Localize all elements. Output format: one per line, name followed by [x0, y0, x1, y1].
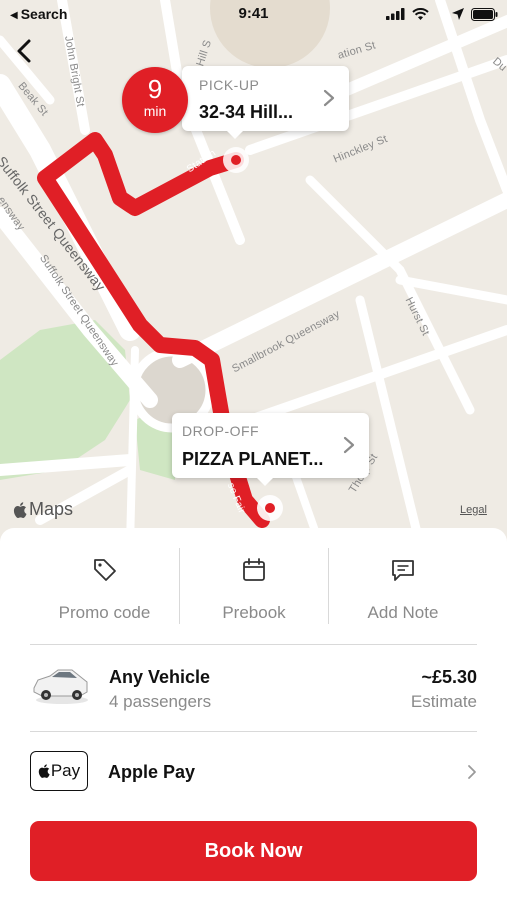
pickup-address: 32-34 Hill...: [199, 102, 294, 122]
chevron-right-icon: [323, 89, 335, 107]
pickup-pin: [223, 147, 249, 173]
promo-code-label: Promo code: [58, 603, 151, 622]
booking-sheet: Promo code Prebook Add Note Any Vehicle …: [0, 528, 507, 900]
apple-logo-icon: [13, 501, 27, 518]
legal-link[interactable]: Legal: [460, 504, 487, 516]
fare-price: ~£5.30: [421, 667, 477, 687]
chevron-right-icon: [343, 436, 355, 454]
pickup-callout[interactable]: PICK-UP 32-34 Hill...: [182, 66, 349, 139]
status-bar: ◀ Search 9:41: [0, 0, 507, 28]
book-now-button[interactable]: Book Now: [30, 821, 477, 881]
payment-method-label: Apple Pay: [108, 762, 196, 782]
apple-pay-mark-text: Pay: [50, 761, 81, 780]
vehicle-selector[interactable]: Any Vehicle 4 passengers ~£5.30 Estimate: [30, 646, 477, 730]
battery-icon: [471, 7, 498, 21]
tag-icon: [93, 559, 116, 581]
chevron-right-icon: [468, 765, 476, 779]
prebook-label: Prebook: [222, 603, 286, 622]
note-icon: [392, 560, 414, 581]
promo-code-button[interactable]: Promo code: [30, 548, 179, 624]
add-note-label: Add Note: [367, 603, 439, 622]
location-arrow-icon: [452, 8, 464, 20]
eta-number: 9: [147, 74, 163, 104]
vehicle-name: Any Vehicle: [109, 667, 211, 687]
route-map[interactable]: ation St Hill S John Bright St Beak St S…: [0, 0, 507, 545]
dropoff-label: DROP-OFF: [182, 423, 260, 439]
eta-unit: min: [143, 103, 167, 119]
add-note-button[interactable]: Add Note: [328, 548, 477, 624]
apple-pay-icon: Pay: [30, 751, 88, 791]
vehicle-capacity: 4 passengers: [109, 692, 212, 711]
dropoff-address: PIZZA PLANET...: [182, 449, 324, 469]
dropoff-pin: [257, 495, 283, 521]
status-icons: [386, 5, 499, 23]
maps-attribution: Maps: [13, 499, 73, 520]
maps-label: Maps: [29, 499, 74, 519]
payment-method-selector[interactable]: Pay Apple Pay: [30, 733, 477, 811]
calendar-icon: [243, 558, 265, 581]
quick-actions: Promo code Prebook Add Note: [30, 548, 477, 624]
dropoff-callout[interactable]: DROP-OFF PIZZA PLANET...: [172, 413, 369, 486]
pickup-label: PICK-UP: [199, 77, 260, 93]
divider: [30, 644, 477, 645]
signal-icon: [386, 8, 405, 20]
wifi-icon: [412, 7, 429, 20]
back-button[interactable]: [10, 36, 40, 66]
apple-logo-icon: [38, 764, 50, 778]
fare-estimate-label: Estimate: [410, 692, 477, 711]
car-icon: [33, 669, 88, 704]
prebook-button[interactable]: Prebook: [179, 548, 328, 624]
divider: [30, 731, 477, 732]
eta-badge: 9 min: [122, 67, 188, 133]
